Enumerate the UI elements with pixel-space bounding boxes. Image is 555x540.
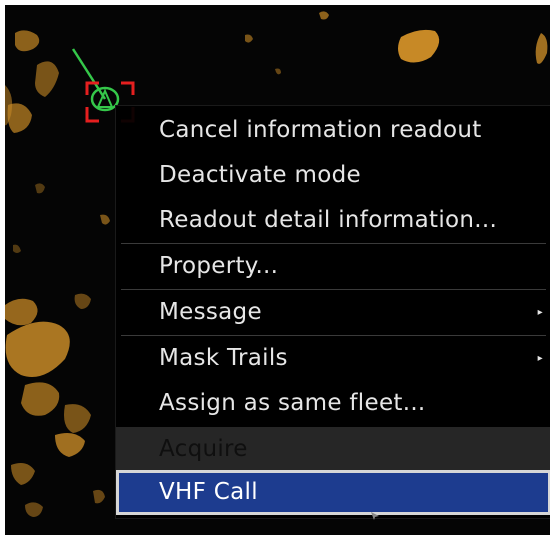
menu-item-label: Message [159,299,262,325]
menu-item-label: VHF Call [159,479,258,505]
mouse-cursor-icon [371,512,379,520]
menu-item-cancel-information-readout[interactable]: Cancel information readout [116,108,550,153]
radar-display[interactable]: Cancel information readout Deactivate mo… [5,5,550,535]
menu-item-acquire: Acquire [116,427,550,472]
menu-item-label: Deactivate mode [159,162,361,188]
menu-item-readout-detail-information[interactable]: Readout detail information... [116,198,550,243]
context-menu: Cancel information readout Deactivate mo… [115,105,550,519]
menu-item-vhf-call[interactable]: VHF Call [116,470,550,515]
menu-item-label: Readout detail information... [159,207,498,233]
menu-item-deactivate-mode[interactable]: Deactivate mode [116,153,550,198]
submenu-arrow-icon: ▸ [537,353,543,364]
menu-item-label: Property... [159,253,279,279]
submenu-arrow-icon: ▸ [537,307,543,318]
menu-item-message[interactable]: Message ▸ [116,290,550,335]
menu-item-label: Cancel information readout [159,117,482,143]
menu-item-label: Acquire [159,436,248,462]
menu-item-property[interactable]: Property... [116,244,550,289]
menu-item-label: Assign as same fleet... [159,390,426,416]
menu-item-label: Mask Trails [159,345,288,371]
menu-item-assign-as-same-fleet[interactable]: Assign as same fleet... [116,381,550,426]
menu-item-mask-trails[interactable]: Mask Trails ▸ [116,336,550,381]
